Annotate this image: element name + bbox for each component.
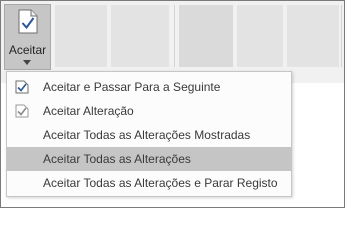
ribbon-placeholder: [55, 5, 107, 67]
ribbon-separator: [341, 5, 342, 67]
menu-item-label: Aceitar Alteração: [43, 104, 134, 118]
accept-button[interactable]: Aceitar: [4, 4, 51, 70]
ribbon-placeholder: [287, 5, 339, 67]
ribbon-placeholder: [111, 5, 169, 67]
ribbon-placeholder: [179, 5, 233, 67]
menu-item-label: Aceitar Todas as Alterações: [43, 152, 191, 166]
app-window: Aceitar Aceitar e Passar Para a Seguinte: [0, 0, 345, 208]
menu-item-accept-and-move[interactable]: Aceitar e Passar Para a Seguinte: [7, 75, 291, 99]
ribbon-placeholder: [237, 5, 283, 67]
chevron-down-icon[interactable]: [23, 60, 31, 66]
accept-button-label: Aceitar: [8, 43, 47, 57]
menu-item-label: Aceitar Todas as Alterações Mostradas: [43, 128, 251, 142]
menu-item-accept-all-stop-tracking[interactable]: Aceitar Todas as Alterações e Parar Regi…: [7, 171, 291, 195]
menu-item-label: Aceitar e Passar Para a Seguinte: [43, 80, 221, 94]
menu-item-label: Aceitar Todas as Alterações e Parar Regi…: [43, 176, 278, 190]
menu-item-accept-all[interactable]: Aceitar Todas as Alterações: [7, 147, 291, 171]
menu-item-accept-all-shown[interactable]: Aceitar Todas as Alterações Mostradas: [7, 123, 291, 147]
accept-change-icon: [15, 104, 29, 118]
ribbon-separator: [174, 5, 175, 67]
accept-and-move-icon: [15, 80, 29, 94]
accept-dropdown-menu: Aceitar e Passar Para a Seguinte Aceitar…: [6, 71, 292, 197]
document-check-icon: [18, 9, 38, 34]
menu-item-accept-change[interactable]: Aceitar Alteração: [7, 99, 291, 123]
